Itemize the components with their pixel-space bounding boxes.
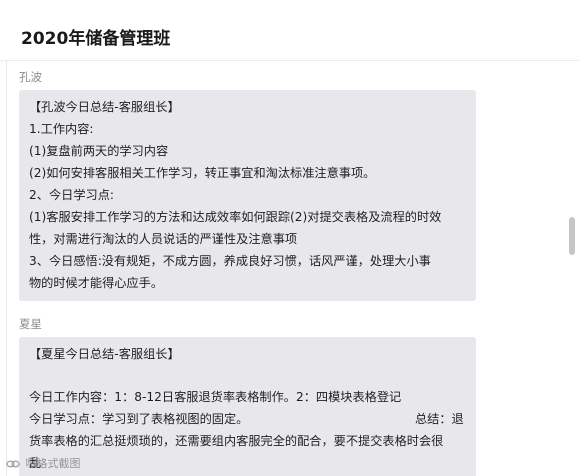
message-line: 2、今日学习点: (29, 188, 114, 202)
message-line: 3、今日感悟:没有规矩，不成方圆，养成良好习惯，话风严谨，处理大小事 (29, 254, 431, 268)
message-bubble[interactable]: 【夏星今日总结-客服组长】 今日工作内容：1：8-12日客服退货率表格制作。2：… (19, 337, 476, 476)
message-line: 【孔波今日总结-客服组长】 (29, 100, 180, 114)
message-line: (2)如何安排客服相关工作学习，转正事宜和淘汰标准注意事项。 (29, 166, 376, 180)
message-line: 性，对需进行淘汰的人员说话的严谨性及注意事项 (29, 232, 298, 246)
message-line: 【夏星今日总结-客服组长】 (29, 347, 180, 361)
message-line: (1)复盘前两天的学习内容 (29, 144, 169, 158)
chat-window: 2020年储备管理班 孔波 【孔波今日总结-客服组长】 1.工作内容: (1)复… (0, 0, 579, 476)
chat-header: 2020年储备管理班 (0, 0, 579, 61)
link-logo-icon (6, 458, 20, 470)
message-sender: 孔波 (19, 70, 42, 84)
watermark-text: 嗨格式截图 (25, 457, 81, 470)
message-line: 今日学习点：学习到了表格视图的固定。 (29, 412, 249, 426)
message-line: 货率表格的汇总挺烦琐的，还需要组内客服完全的配合，要不提交表格时会很 (29, 434, 444, 448)
message-line: 1.工作内容: (29, 122, 94, 136)
scrollbar-thumb[interactable] (569, 217, 575, 255)
message-sender: 夏星 (19, 317, 42, 331)
message-list[interactable]: 孔波 【孔波今日总结-客服组长】 1.工作内容: (1)复盘前两天的学习内容 (… (0, 61, 565, 476)
screenshot-watermark: 嗨格式截图 (6, 455, 81, 473)
summary-label: 总结：退 (415, 412, 464, 426)
message-line: 今日工作内容：1：8-12日客服退货率表格制作。2：四模块表格登记 (29, 390, 402, 404)
message-line: 物的时候才能得心应手。 (29, 276, 164, 290)
message-line: (1)客服安排工作学习的方法和达成效率如何跟踪(2)对提交表格及流程的时效 (29, 210, 442, 224)
message-bubble[interactable]: 【孔波今日总结-客服组长】 1.工作内容: (1)复盘前两天的学习内容 (2)如… (19, 90, 476, 301)
vertical-scrollbar[interactable] (565, 61, 579, 476)
group-title: 2020年储备管理班 (21, 29, 171, 49)
